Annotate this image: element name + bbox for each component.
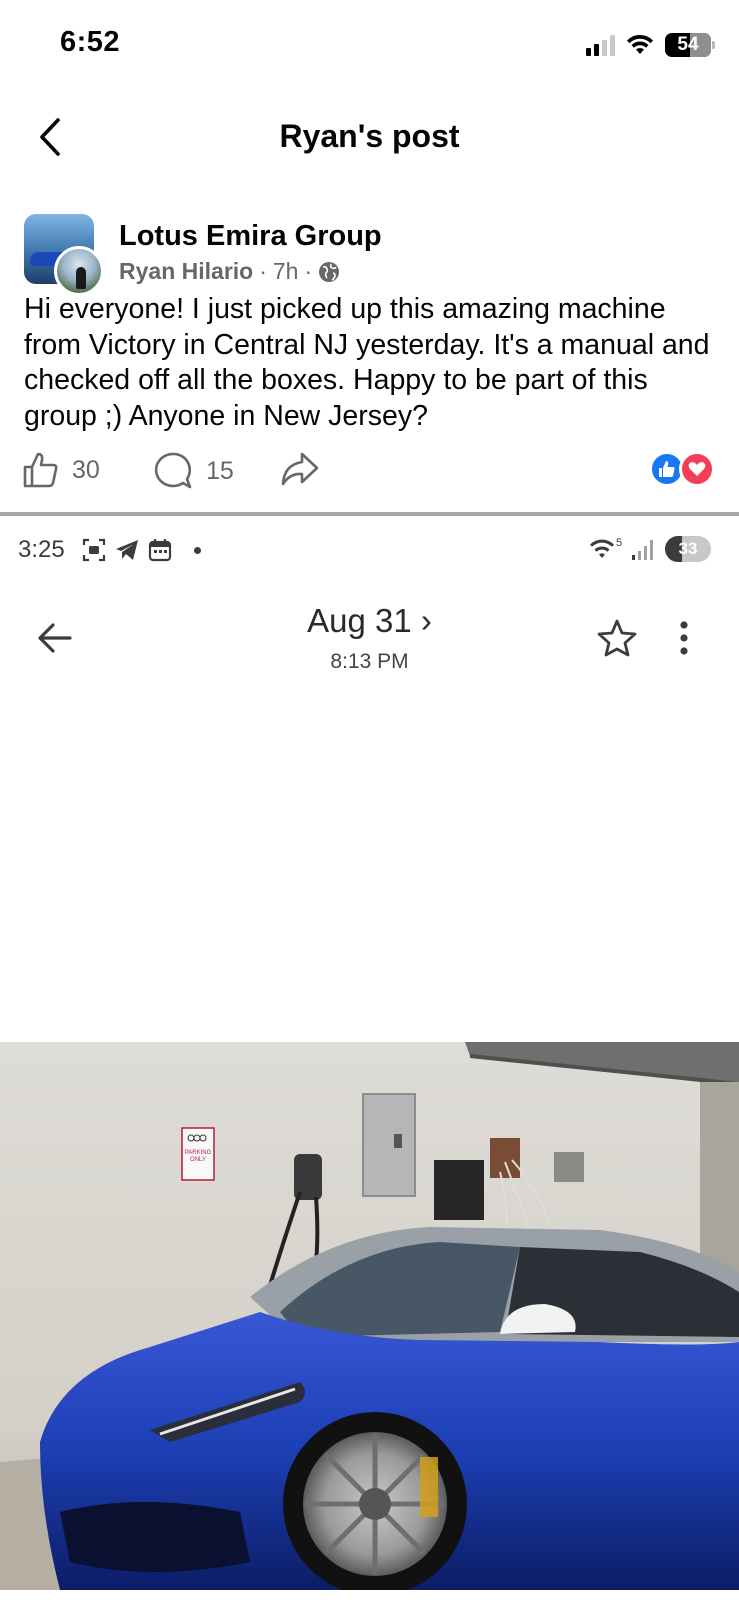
embedded-notification-icons <box>82 538 201 562</box>
thumbs-up-icon <box>23 452 58 488</box>
page-title: Ryan's post <box>279 118 460 154</box>
group-name-link[interactable]: Lotus Emira Group <box>119 220 382 253</box>
comment-count: 15 <box>206 456 234 485</box>
parking-sign-line2: ONLY <box>190 1157 206 1163</box>
post-meta: Ryan Hilario · 7h · <box>119 258 340 285</box>
like-button[interactable]: 30 <box>22 451 100 489</box>
globe-icon <box>319 261 340 282</box>
calendar-icon <box>148 539 172 562</box>
user-avatar[interactable] <box>54 246 104 296</box>
embedded-status-bar: 3:25 5 33 <box>0 516 739 586</box>
embedded-status-right: 5 33 <box>589 536 711 562</box>
like-count: 30 <box>72 455 100 484</box>
embedded-more-button <box>669 616 699 660</box>
embedded-toolbar: Aug 31 › 8:13 PM <box>0 594 739 694</box>
embedded-star-button <box>595 616 639 660</box>
battery-level: 54 <box>677 34 699 55</box>
comment-button[interactable]: 15 <box>154 451 234 491</box>
car-photo-illustration: PARKING ONLY <box>0 1042 739 1590</box>
telegram-icon <box>116 540 138 560</box>
parking-sign-line1: PARKING <box>185 1150 212 1156</box>
status-icons: 54 <box>586 30 715 60</box>
share-button[interactable] <box>280 451 320 487</box>
embedded-battery-icon: 33 <box>665 536 711 562</box>
battery-icon: 54 <box>665 33 715 57</box>
meta-separator: · <box>304 258 313 284</box>
status-bar: 6:52 54 <box>0 0 739 90</box>
cellular-signal-icon <box>632 540 653 560</box>
embedded-status-time: 3:25 <box>18 536 65 563</box>
star-icon <box>597 619 637 657</box>
wifi-icon: 5 <box>590 537 622 558</box>
car-photo: PARKING ONLY <box>0 1042 739 1590</box>
author-name-link[interactable]: Ryan Hilario <box>119 258 253 285</box>
post-time[interactable]: 7h <box>273 258 299 285</box>
post-actions: 30 15 <box>22 445 717 497</box>
love-reaction-icon <box>679 451 715 487</box>
wifi-icon <box>627 34 653 54</box>
meta-separator: · <box>259 258 267 284</box>
embedded-battery-level: 33 <box>678 539 698 558</box>
wifi-label: 5 <box>616 537 622 549</box>
status-time: 6:52 <box>60 26 121 58</box>
comment-bubble-icon <box>154 452 192 489</box>
share-arrow-icon <box>281 452 319 486</box>
chevron-right-icon: › <box>420 602 432 639</box>
post-image[interactable]: 3:25 5 33 Aug 31 › 8:13 PM PARKING ONLY <box>0 516 739 1600</box>
post-body-text: Hi everyone! I just picked up this amazi… <box>24 293 710 432</box>
notification-dot <box>194 546 201 554</box>
post-author-row: Lotus Emira Group Ryan Hilario · 7h · <box>24 212 715 296</box>
reaction-summary[interactable] <box>649 451 717 487</box>
screenshot-icon <box>82 538 106 562</box>
cellular-signal-icon <box>586 34 615 56</box>
more-vertical-icon <box>680 621 688 655</box>
post-header-bar: Ryan's post <box>0 100 739 176</box>
